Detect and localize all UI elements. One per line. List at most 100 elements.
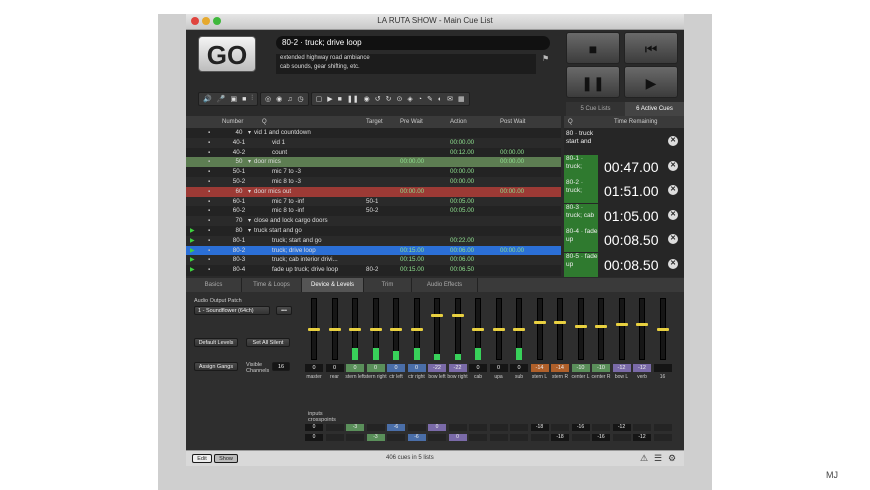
crosspoint-cell[interactable] [571,434,590,441]
stop-cue-icon[interactable]: ✕ [668,136,678,146]
crosspoint-cell[interactable]: -3 [366,434,385,441]
fader-track[interactable] [454,298,461,360]
crosspoint-cell[interactable] [530,434,549,441]
crosspoint-cell[interactable] [428,434,446,441]
disclosure-icon[interactable]: ▾ [248,216,251,226]
crosspoint-cell[interactable] [612,434,631,441]
fader-track[interactable] [536,298,543,360]
cue-row[interactable]: ▪ 40-2 count 00:12.00 00:00.00 [186,147,561,158]
fader-value[interactable]: 0 [325,364,344,372]
crosspoint-cell[interactable] [510,424,528,431]
fader-track[interactable] [577,298,584,360]
cue-row[interactable]: ▪ 50-2 mic 8 to -3 00:00.00 [186,177,561,187]
crosspoint-cell[interactable]: 0 [428,424,446,431]
goto-icon[interactable]: ↻ [386,95,392,103]
cue-row[interactable]: ▪ 70 close and lock cargo doors ▾ [186,216,561,226]
active-cue-item[interactable]: 80-2 · truck; 01:51.00 ✕ [564,179,684,203]
crosspoint-cell[interactable]: -16 [592,434,610,441]
stop-icon[interactable]: ■ [338,96,342,103]
disclosure-icon[interactable]: ▾ [248,187,251,197]
warning-icon[interactable]: ⚠ [640,453,648,464]
stop-cue-icon[interactable]: ✕ [668,234,678,244]
stop-cue-icon[interactable]: ✕ [668,160,678,171]
crosspoint-cell[interactable]: -16 [571,424,590,431]
fader-knob[interactable] [492,328,505,331]
inspector-tab[interactable]: Basics [186,278,242,292]
crosspoint-cell[interactable] [653,424,672,431]
fader-knob[interactable] [451,314,464,318]
cue-row[interactable]: ▶ ▪ 80-3 truck; cab interior drivi... 00:15.… [186,255,561,266]
fader-knob[interactable] [595,324,607,328]
active-cue-item[interactable]: 80-3 · truck; cab 01:05.00 ✕ [564,203,684,228]
flag-icon[interactable]: ⚑ [542,54,549,63]
fader-value[interactable]: 0 [469,364,487,372]
active-cue-item[interactable]: 80-5 · fade up 00:08.50 ✕ [564,252,684,277]
disclosure-icon[interactable]: ▾ [248,128,251,138]
cue-row[interactable]: ▪ 50-1 mic 7 to -3 00:00.00 [186,167,561,177]
cue-row[interactable]: ▪ 60-2 mic 8 to -inf 50-2 00:05.00 [186,206,561,217]
target-cue-icon[interactable]: ⊙ [396,95,402,103]
cue-row[interactable]: ▪ 60-1 mic 7 to -inf 50-1 00:05.00 [186,196,561,207]
fader-knob[interactable] [410,328,423,331]
crosspoint-cell[interactable] [551,424,569,431]
crosspoint-cell[interactable]: -18 [530,424,549,431]
audio-patch-select[interactable]: 1 - Soundflower (64ch) [194,306,270,315]
edit-patch-button[interactable]: ••• [276,306,292,315]
fader-knob[interactable] [472,328,484,331]
fader-knob[interactable] [615,323,628,327]
fader-value[interactable]: 0 [387,364,405,372]
col-q[interactable]: Q [262,116,267,128]
cue-row[interactable]: ▪ 40 vid 1 and countdown ▾ [186,128,561,138]
fader-knob[interactable] [533,320,546,324]
fader-knob[interactable] [513,328,525,331]
settings-gear-icon[interactable]: ⚙ [668,453,676,464]
target-icon[interactable]: ◎ [265,95,271,103]
col-number[interactable]: Number [222,116,243,128]
disclosure-icon[interactable]: ▾ [248,157,251,167]
fader-knob[interactable] [369,328,382,331]
active-cue-item[interactable]: 80-1 · truck; 00:47.00 ✕ [564,154,684,179]
inspector-tab[interactable]: Time & Loops [242,278,302,292]
crosspoint-row-value[interactable]: 0 [305,424,323,431]
crosspoint-cell[interactable] [469,434,487,441]
cue-row[interactable]: ▶ ▪ 80 truck start and go ▾ [186,226,561,236]
fader-track[interactable] [598,298,604,360]
set-all-silent-button[interactable]: Set All Silent [246,338,290,347]
col-postwait[interactable]: Post Wait [500,116,525,128]
active-cue-item[interactable]: 80-4 · fade up 00:08.50 ✕ [564,228,684,252]
crosspoint-cell[interactable]: -12 [633,434,651,441]
audio-icon[interactable]: 🔊 [203,95,212,103]
crosspoint-cell[interactable]: -18 [551,434,569,441]
default-levels-button[interactable]: Default Levels [194,338,238,347]
edit-mode-button[interactable]: Edit [192,454,212,463]
group-icon[interactable]: ▢ [316,95,323,103]
play-button[interactable]: ▶ [624,66,678,98]
fader-value[interactable]: -10 [592,364,610,372]
midi-icon[interactable]: ♫ [287,96,292,103]
fader-value[interactable]: -14 [530,364,549,372]
light-icon[interactable]: ◉ [276,95,282,103]
crosspoint-cell[interactable] [510,434,528,441]
fader-knob[interactable] [636,323,648,327]
crosspoint-cell[interactable]: -3 [346,424,364,431]
tab-cue-lists[interactable]: 5 Cue Lists [566,102,625,116]
cue-row[interactable]: ▶ ▪ 80-1 truck; start and go 00:22.00 [186,235,561,246]
pause-icon[interactable]: ❚❚ [347,95,359,103]
col-action[interactable]: Action [450,116,467,128]
cue-row[interactable]: ▪ 60 door mics out 00:00.00 00:00.00 ▾ [186,186,561,197]
timecode-icon[interactable]: ◷ [298,95,304,103]
grid-icon[interactable]: ▦ [458,95,465,103]
cue-notes[interactable]: extended highway road ambiance cab sound… [276,54,536,74]
fader-value[interactable]: 0 [346,364,364,372]
fader-track[interactable] [557,298,563,360]
stop-cue-icon[interactable]: ✕ [668,209,678,220]
reset-icon[interactable]: ↺ [375,95,381,103]
fader-value[interactable]: 0 [510,364,528,372]
show-mode-button[interactable]: Show [214,454,238,463]
fader-value[interactable] [653,364,672,372]
inspector-tab[interactable]: Audio Effects [412,278,478,292]
camera-icon[interactable]: ■ [242,96,246,103]
fader-value[interactable]: 0 [305,364,323,372]
crosspoint-cell[interactable] [633,424,651,431]
fader-track[interactable] [639,298,645,360]
